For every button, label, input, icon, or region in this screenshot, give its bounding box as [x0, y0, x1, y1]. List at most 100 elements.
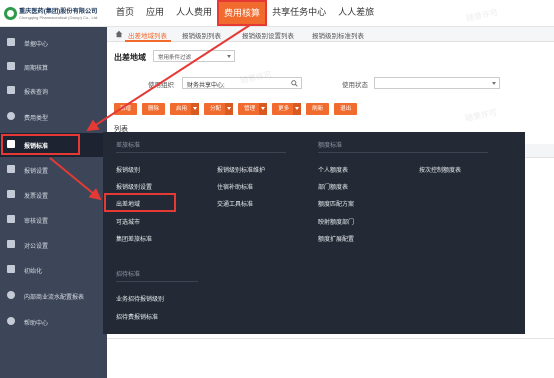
page-tabs: 出差地域列表 报销级别列表 报销级别设置列表 报销级别标准列表 — [107, 27, 554, 42]
logo-name: 重庆医药(集团)股份有限公司 — [19, 8, 98, 15]
menu-item-per-use-quota[interactable]: 按次控制额度表 — [419, 165, 461, 174]
travel-region-highlight-box — [104, 193, 176, 212]
delete-button[interactable]: 删除 — [142, 103, 166, 115]
standards-mega-menu: 差旅标准 报销级别 报销级别设置 出差地域 可选城市 集团差旅标准 报销级别标准… — [103, 132, 525, 334]
watermark: 随意许可 — [464, 107, 498, 124]
refresh-button[interactable]: 刷新 — [306, 103, 330, 115]
section-divider — [318, 152, 488, 153]
settings-icon — [7, 165, 15, 173]
sidebar-item-expense-types[interactable]: 费用类型 — [0, 105, 107, 129]
help-icon — [7, 317, 15, 325]
menu-item-entertainment-level[interactable]: 业务招待报销级别 — [116, 294, 164, 303]
menu-item-transport-standard[interactable]: 交通工具标准 — [217, 199, 253, 208]
add-button[interactable]: 新增 — [114, 103, 138, 115]
tab-level-settings[interactable]: 报销级别设置列表 — [242, 30, 294, 40]
manage-button-label: 管理 — [244, 106, 256, 112]
section-entertainment-standards: 招待标准 — [116, 272, 141, 278]
sidebar: 单据中心 周期核算 报表查询 费用类型 报销标准 报销设置 发票设置 审核设置 … — [0, 27, 107, 378]
menu-item-group-travel-standard[interactable]: 集团差旅标准 — [116, 234, 152, 243]
company-logo: 重庆医药(集团)股份有限公司 Chongqing Pharmaceutical … — [4, 5, 108, 23]
org-label: 使用组织 — [148, 82, 174, 89]
chevron-down-icon — [193, 107, 198, 110]
sidebar-item-invoice-settings[interactable]: 发票设置 — [0, 183, 107, 207]
org-input-value: 财务共享中心; — [187, 83, 225, 89]
section-quota-standards: 额度标准 — [318, 143, 343, 149]
sidebar-item-documents[interactable]: 单据中心 — [0, 31, 107, 55]
logo-subtitle: Chongqing Pharmaceutical (Group) Co., Lt… — [19, 15, 99, 20]
sidebar-item-label: 报表查询 — [24, 90, 49, 96]
sidebar-item-approval-settings[interactable]: 审核设置 — [0, 208, 107, 232]
nav-apps[interactable]: 应用 — [140, 0, 170, 24]
more-button-label: 更多 — [278, 106, 290, 112]
sidebar-item-reports[interactable]: 报表查询 — [0, 79, 107, 103]
refresh-icon — [7, 291, 15, 299]
star-icon — [7, 265, 15, 273]
sidebar-item-label: 费用类型 — [24, 116, 49, 122]
tab-level-standards[interactable]: 报销级别标准列表 — [312, 30, 364, 40]
tag-icon — [7, 112, 15, 120]
layers-icon — [7, 190, 15, 198]
more-button[interactable]: 更多 — [272, 103, 302, 115]
menu-item-reimbursement-level[interactable]: 报销级别 — [116, 165, 140, 174]
sidebar-item-initialization[interactable]: 初始化 — [0, 258, 107, 282]
active-tab-indicator — [125, 40, 171, 42]
section-travel-standards: 差旅标准 — [116, 143, 141, 149]
menu-item-quota-matching[interactable]: 额度匹配方案 — [318, 199, 354, 208]
tab-reimbursement-levels[interactable]: 报销级别列表 — [182, 30, 221, 40]
nav-expense-accounting[interactable]: 费用核算 — [217, 0, 268, 26]
enable-button-label: 启用 — [176, 106, 188, 112]
nav-shared-task-center[interactable]: 共享任务中心 — [266, 0, 332, 24]
menu-item-personal-quota[interactable]: 个人额度表 — [318, 165, 348, 174]
assign-button[interactable]: 分配 — [204, 103, 234, 115]
tab-travel-regions[interactable]: 出差地域列表 — [128, 30, 167, 40]
menu-item-lodging-allowance[interactable]: 住宿补助标准 — [217, 182, 253, 191]
chevron-down-icon — [295, 107, 300, 110]
calculator-icon — [7, 62, 15, 70]
database-icon — [7, 215, 15, 223]
report-icon — [7, 86, 15, 94]
nav-travel[interactable]: 人人差旅 — [332, 0, 380, 24]
sidebar-item-reimbursement-settings[interactable]: 报销设置 — [0, 158, 107, 182]
assign-button-label: 分配 — [210, 106, 222, 112]
enable-button[interactable]: 启用 — [170, 103, 200, 115]
menu-item-quota-extension[interactable]: 额度扩展配置 — [318, 234, 354, 243]
filter-scheme-select[interactable]: 常用条件过滤 — [153, 50, 235, 62]
top-nav: 首页 应用 人人费用 费用核算 共享任务中心 人人差旅 — [110, 0, 380, 27]
chevron-down-icon — [227, 55, 231, 58]
status-select[interactable] — [374, 77, 500, 89]
sidebar-item-label: 审核设置 — [24, 219, 49, 225]
nav-expenses[interactable]: 人人费用 — [170, 0, 218, 24]
menu-item-optional-cities[interactable]: 可选城市 — [116, 217, 140, 226]
logo-mark-icon — [4, 7, 17, 20]
monitor-icon — [7, 240, 15, 248]
menu-item-level-standard-maintenance[interactable]: 报销级别标准维护 — [217, 165, 265, 174]
page-title: 出差地域 — [114, 53, 146, 62]
nav-home[interactable]: 首页 — [110, 0, 140, 24]
sidebar-item-label: 内部商业流水配置报表 — [24, 295, 85, 301]
sidebar-item-label: 初始化 — [24, 269, 43, 275]
sidebar-highlight-box — [1, 134, 80, 155]
sidebar-item-label: 周期核算 — [24, 66, 49, 72]
manage-button[interactable]: 管理 — [238, 103, 268, 115]
exit-button[interactable]: 退出 — [334, 103, 358, 115]
status-label: 使用状态 — [342, 82, 368, 89]
sidebar-item-corporate-settings[interactable]: 对公设置 — [0, 233, 107, 257]
sidebar-item-period-accounting[interactable]: 周期核算 — [0, 55, 107, 79]
chevron-down-icon — [261, 107, 266, 110]
menu-item-entertainment-standard[interactable]: 招待费报销标准 — [116, 312, 158, 321]
sidebar-item-internal-flow-report[interactable]: 内部商业流水配置报表 — [0, 284, 107, 308]
menu-item-quota-dept-mapping[interactable]: 映射额度部门 — [318, 217, 354, 226]
search-icon[interactable] — [291, 80, 298, 87]
sidebar-item-label: 单据中心 — [24, 42, 49, 48]
menu-item-department-quota[interactable]: 部门额度表 — [318, 182, 348, 191]
home-icon[interactable] — [115, 30, 123, 38]
section-divider — [116, 152, 286, 153]
sidebar-item-label: 报销设置 — [24, 169, 49, 175]
menu-item-level-settings[interactable]: 报销级别设置 — [116, 182, 152, 191]
footer-divider — [107, 338, 554, 339]
filter-scheme-value: 常用条件过滤 — [158, 55, 192, 61]
sidebar-item-label: 发票设置 — [24, 194, 49, 200]
section-divider — [116, 281, 198, 282]
sidebar-item-help-center[interactable]: 帮助中心 — [0, 310, 107, 334]
sidebar-item-label: 帮助中心 — [24, 321, 49, 327]
